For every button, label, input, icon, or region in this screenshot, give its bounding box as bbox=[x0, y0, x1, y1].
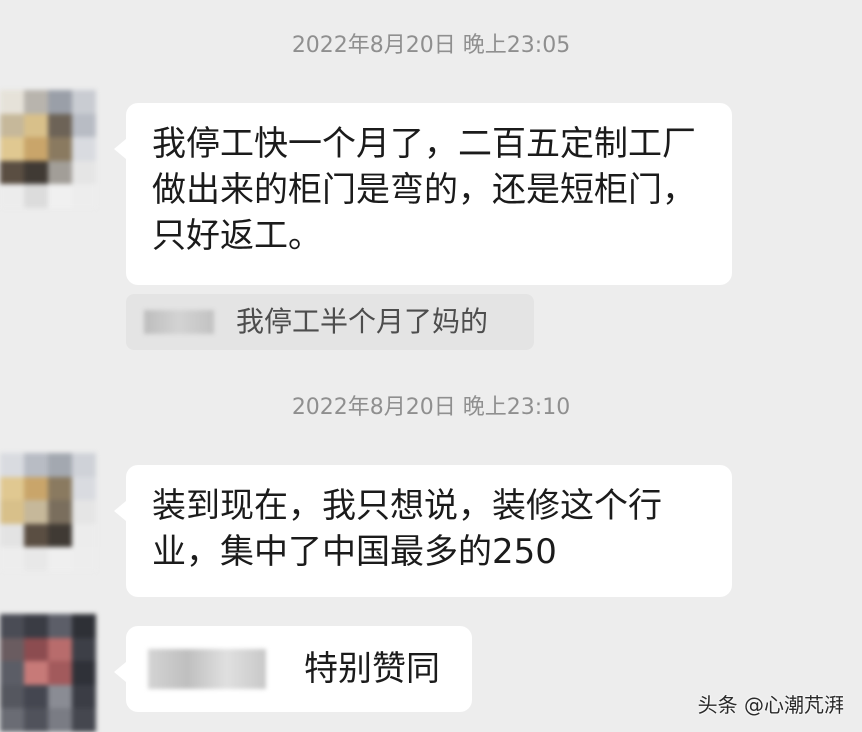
quoted-reply-text: 我停工半个月了妈的 bbox=[236, 305, 489, 338]
quoted-reply[interactable]: 我停工半个月了妈的 bbox=[126, 294, 534, 350]
chat-timestamp: 2022年8月20日 晚上23:05 bbox=[291, 33, 571, 58]
sender-avatar[interactable] bbox=[0, 90, 96, 208]
message-text: 装到现在，我只想说，装修这个行业，集中了中国最多的250 bbox=[152, 486, 662, 572]
message-bubble[interactable]: 特别赞同 bbox=[114, 626, 472, 712]
message-text: 特别赞同 bbox=[304, 649, 440, 689]
chat-timestamp: 2022年8月20日 晚上23:10 bbox=[291, 395, 571, 420]
blurred-username bbox=[144, 310, 214, 334]
sender-avatar[interactable] bbox=[0, 614, 96, 732]
message-text: 我停工快一个月了，二百五定制工厂做出来的柜门是弯的，还是短柜门，只好返工。 bbox=[152, 124, 696, 256]
blurred-username bbox=[148, 649, 266, 689]
sender-avatar[interactable] bbox=[0, 453, 96, 571]
message-bubble[interactable]: 我停工快一个月了，二百五定制工厂做出来的柜门是弯的，还是短柜门，只好返工。 bbox=[114, 103, 732, 285]
watermark: 头条 @心潮芃湃 bbox=[697, 693, 844, 717]
message-bubble[interactable]: 装到现在，我只想说，装修这个行业，集中了中国最多的250 bbox=[114, 465, 732, 597]
